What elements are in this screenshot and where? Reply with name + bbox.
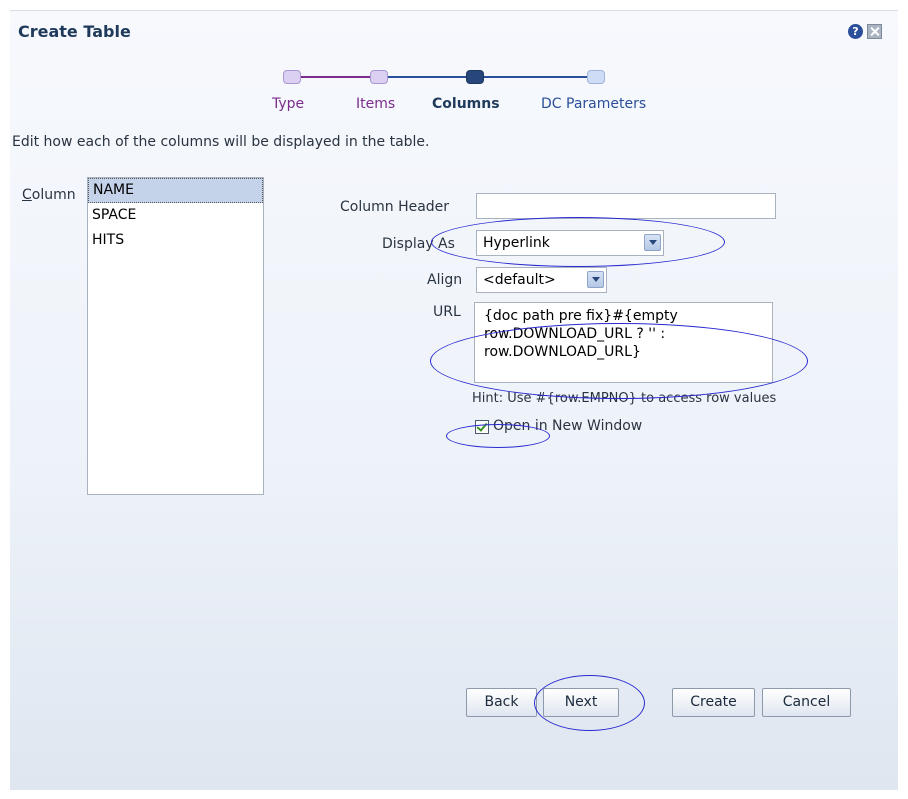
back-button[interactable]: Back	[466, 688, 537, 717]
open-new-window-checkbox[interactable]	[475, 420, 489, 434]
next-button[interactable]: Next	[543, 688, 619, 717]
train-connector	[300, 76, 370, 78]
column-item-name[interactable]: NAME	[88, 178, 263, 203]
cancel-button[interactable]: Cancel	[762, 688, 851, 717]
url-textarea[interactable]: {doc path pre fix}#{empty row.DOWNLOAD_U…	[474, 302, 773, 383]
url-label: URL	[433, 304, 461, 320]
column-item-space[interactable]: SPACE	[88, 203, 263, 228]
train-stop-dc-parameters	[587, 70, 605, 84]
chevron-down-icon[interactable]	[587, 271, 604, 288]
train-label-columns: Columns	[432, 96, 500, 112]
train-stop-type[interactable]	[283, 70, 301, 84]
align-value: <default>	[483, 272, 556, 288]
close-icon[interactable]	[867, 24, 882, 39]
instructions: Edit how each of the columns will be dis…	[12, 134, 430, 150]
help-icon[interactable]: ?	[848, 24, 863, 39]
train-stop-items[interactable]	[370, 70, 388, 84]
column-list[interactable]: NAME SPACE HITS	[87, 177, 264, 495]
align-select[interactable]: <default>	[476, 267, 607, 293]
train-label-dc-parameters: DC Parameters	[541, 96, 647, 112]
align-label: Align	[427, 272, 463, 288]
open-new-window-label[interactable]: Open in New Window	[493, 418, 642, 434]
column-header-label: Column Header	[340, 199, 450, 215]
display-as-label: Display As	[382, 236, 455, 252]
train-connector	[484, 76, 587, 78]
train-stop-columns	[466, 70, 484, 84]
url-hint: Hint: Use #{row.EMPNO} to access row val…	[472, 391, 777, 406]
chevron-down-icon[interactable]	[644, 234, 661, 251]
column-header-input[interactable]	[476, 193, 776, 219]
dialog-title: Create Table	[18, 22, 131, 41]
column-label: Column	[22, 187, 76, 203]
column-item-hits[interactable]: HITS	[88, 228, 263, 253]
train-label-type[interactable]: Type	[272, 96, 304, 112]
train-connector	[386, 76, 466, 78]
display-as-value: Hyperlink	[483, 235, 550, 251]
train-label-items[interactable]: Items	[356, 96, 395, 112]
display-as-select[interactable]: Hyperlink	[476, 230, 664, 256]
create-button[interactable]: Create	[672, 688, 755, 717]
